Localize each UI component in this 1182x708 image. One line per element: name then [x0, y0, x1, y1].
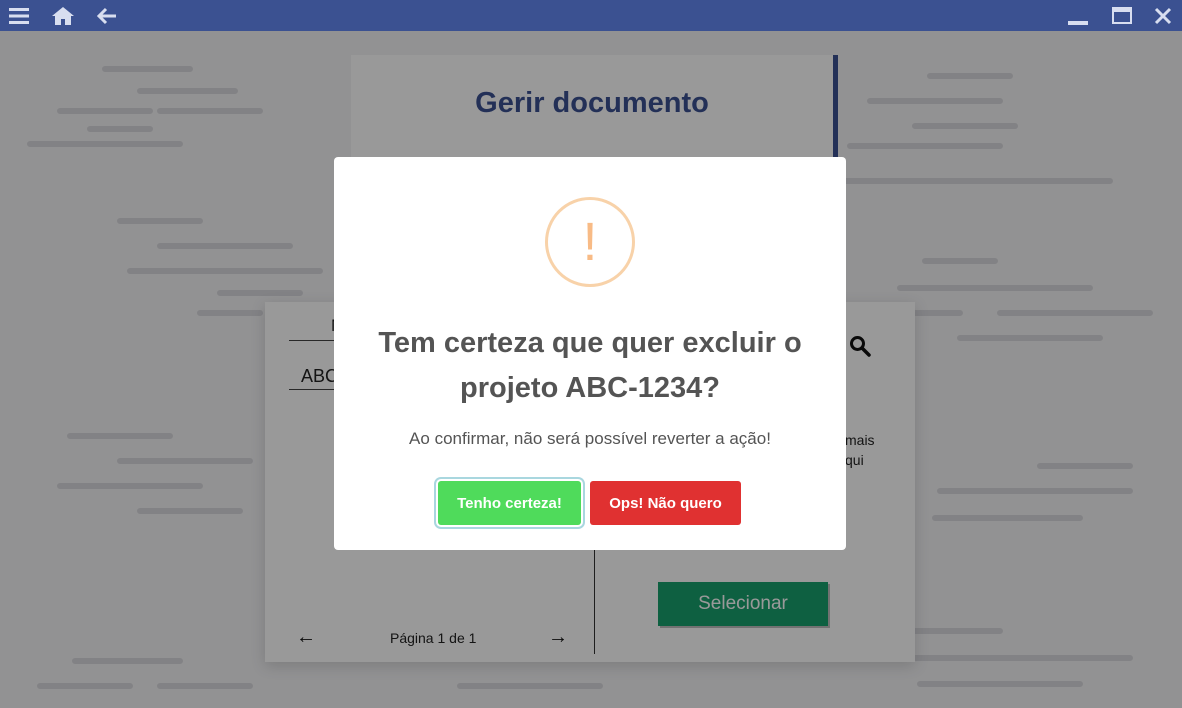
warning-icon-glyph: ! — [582, 212, 598, 272]
home-icon[interactable] — [47, 0, 79, 31]
title-bar — [0, 0, 1182, 31]
confirm-button[interactable]: Tenho certeza! — [438, 481, 581, 525]
cancel-button[interactable]: Ops! Não quero — [590, 481, 741, 525]
back-arrow-icon[interactable] — [91, 0, 123, 31]
close-icon[interactable] — [1147, 0, 1179, 31]
minimize-icon[interactable] — [1062, 0, 1094, 31]
confirm-dialog: ! Tem certeza que quer excluir o projeto… — [334, 157, 846, 550]
warning-icon: ! — [545, 197, 635, 287]
menu-icon[interactable] — [3, 0, 35, 31]
dialog-message: Ao confirmar, não será possível reverter… — [409, 429, 771, 448]
dialog-title: Tem certeza que quer excluir o projeto A… — [378, 327, 802, 404]
maximize-icon[interactable] — [1106, 0, 1138, 31]
